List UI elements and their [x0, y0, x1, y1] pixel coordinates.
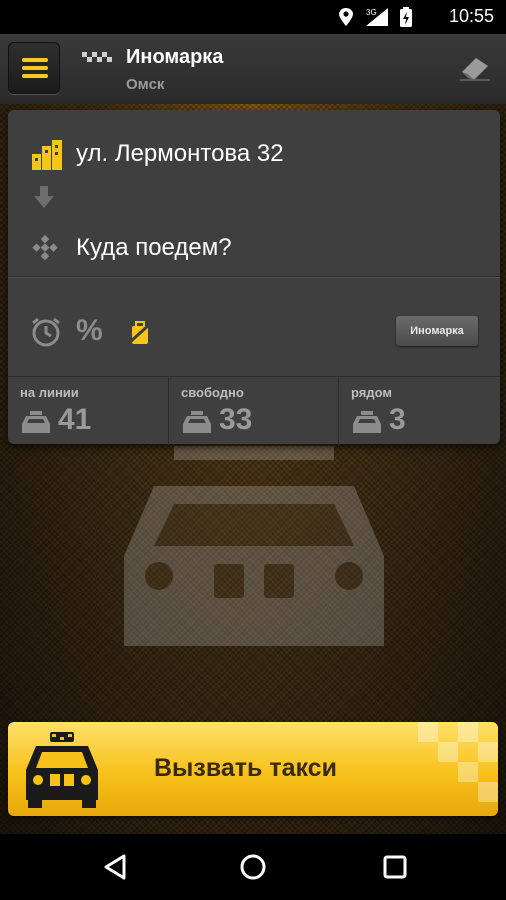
options-row: % Иномарка	[8, 300, 500, 366]
stat-on-line: на линии 41	[8, 377, 168, 445]
taxi-stats: на линии 41 свободно 33 рядом 3	[8, 376, 500, 445]
call-taxi-button[interactable]: Вызвать такси	[8, 722, 498, 816]
taxi-silhouette-icon	[124, 446, 384, 646]
alarm-clock-icon[interactable]	[30, 316, 62, 348]
discount-percent[interactable]: %	[76, 314, 103, 348]
checker-pattern-icon	[418, 722, 498, 802]
from-address: ул. Лермонтова 32	[76, 140, 284, 167]
menu-icon-bar	[22, 66, 48, 70]
call-taxi-label: Вызвать такси	[154, 754, 337, 782]
checker-icon	[82, 52, 112, 62]
status-time: 10:55	[448, 6, 494, 26]
order-card: ул. Лермонтова 32 Куда поедем? % Иномарк…	[8, 110, 500, 445]
battery-icon	[400, 7, 412, 27]
car-icon	[183, 411, 211, 433]
menu-icon	[22, 58, 48, 62]
app-city[interactable]: Омск	[126, 76, 164, 93]
navigation-bar	[0, 834, 506, 900]
from-address-row[interactable]: ул. Лермонтова 32	[8, 126, 500, 186]
stat-value: 41	[58, 403, 92, 436]
stat-label: на линии	[20, 385, 79, 400]
app-bar: Иномарка Омск	[0, 34, 506, 105]
stat-value: 33	[219, 403, 253, 436]
menu-icon-bar	[22, 74, 48, 78]
network-type: 3G	[366, 8, 377, 17]
back-icon[interactable]	[100, 852, 130, 882]
signal-icon: 3G	[366, 8, 388, 26]
menu-button[interactable]	[8, 42, 60, 94]
stat-free: свободно 33	[168, 377, 339, 445]
eraser-icon[interactable]	[458, 52, 494, 82]
recents-icon[interactable]	[380, 852, 410, 882]
stat-nearby: рядом 3	[338, 377, 501, 445]
stat-label: свободно	[181, 385, 244, 400]
checkered-flag-icon	[32, 234, 58, 261]
status-icons: 3G	[339, 7, 412, 27]
taxi-icon	[26, 732, 98, 808]
buildings-icon	[32, 140, 62, 170]
stat-value: 3	[389, 403, 406, 436]
home-icon[interactable]	[238, 852, 268, 882]
car-icon	[353, 411, 381, 433]
car-icon	[22, 411, 50, 433]
arrow-down-icon	[34, 186, 54, 208]
location-icon	[339, 8, 353, 26]
destination-input: Куда поедем?	[76, 234, 232, 261]
no-luggage-icon[interactable]	[128, 320, 152, 346]
tariff-button[interactable]: Иномарка	[396, 316, 478, 346]
app-title: Иномарка	[126, 46, 224, 68]
status-bar: 3G 10:55	[0, 0, 506, 34]
stat-label: рядом	[351, 385, 392, 400]
to-address-row[interactable]: Куда поедем?	[8, 220, 500, 277]
